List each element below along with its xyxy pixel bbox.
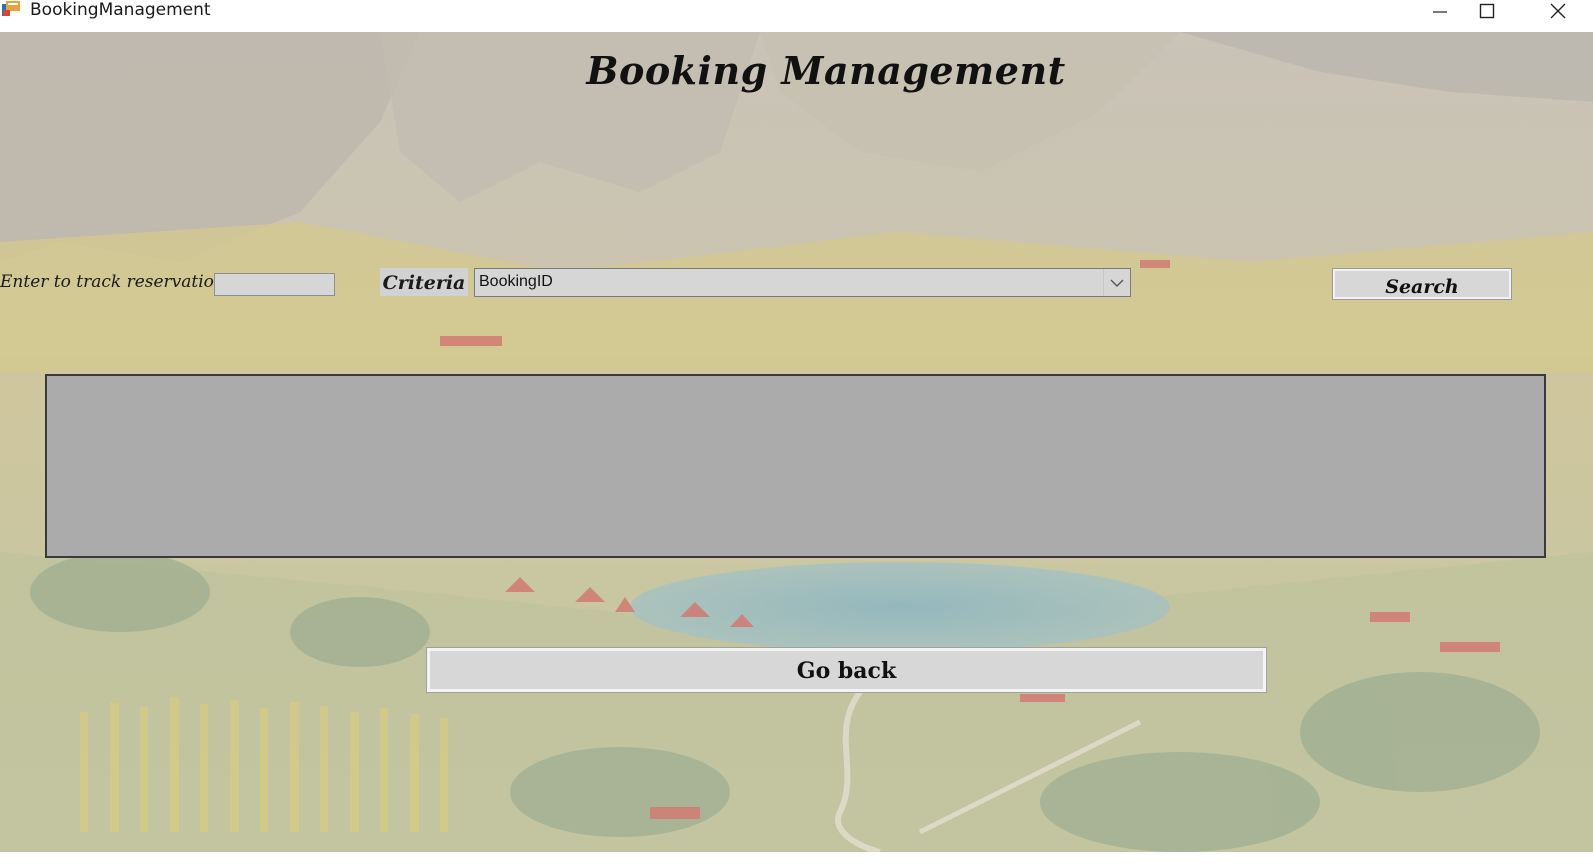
maximize-button[interactable] xyxy=(1464,0,1510,22)
app-form-icon xyxy=(2,1,20,17)
track-reservation-input[interactable] xyxy=(214,273,335,296)
maximize-icon xyxy=(1479,3,1495,19)
booking-results-grid[interactable] xyxy=(45,374,1546,558)
search-button[interactable]: Search xyxy=(1332,268,1512,300)
title-bar: BookingManagement xyxy=(0,0,1593,32)
app-window: BookingManagement Booking Management Ent… xyxy=(0,0,1593,865)
track-reservation-label: Enter to track reservation xyxy=(0,272,225,292)
chevron-down-icon[interactable] xyxy=(1103,269,1130,296)
minimize-button[interactable] xyxy=(1417,0,1463,22)
minimize-icon xyxy=(1433,11,1447,13)
window-bottom-edge xyxy=(0,852,1593,865)
page-title: Booking Management xyxy=(586,48,1066,93)
criteria-dropdown[interactable]: BookingID xyxy=(474,268,1131,297)
go-back-button[interactable]: Go back xyxy=(426,647,1267,693)
criteria-label: Criteria xyxy=(380,268,468,296)
close-icon xyxy=(1550,3,1566,19)
criteria-selected-value: BookingID xyxy=(479,273,553,290)
window-title: BookingManagement xyxy=(30,0,211,20)
close-button[interactable] xyxy=(1535,0,1581,22)
